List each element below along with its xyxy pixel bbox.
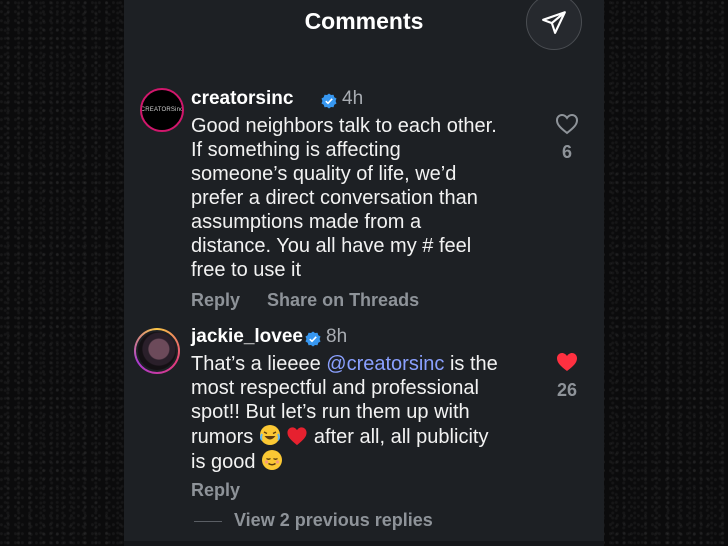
comment-line: That’s a lieeee @creatorsinc is the xyxy=(191,352,541,376)
comment-text: is the xyxy=(444,353,498,375)
panel-bottom-edge xyxy=(124,541,604,546)
comment-line: spot!! But let’s run them up with xyxy=(191,401,470,423)
avatar-photo xyxy=(136,330,178,372)
comment-line: most respectful and professional xyxy=(191,377,479,399)
comment-line: rumors after all, all publicity xyxy=(191,424,541,449)
comment-text: is good xyxy=(191,451,262,473)
reply-button[interactable]: Reply xyxy=(191,480,240,500)
verified-icon xyxy=(321,93,337,109)
like-count: 6 xyxy=(561,142,572,162)
divider xyxy=(194,521,222,522)
comment-line: someone’s quality of life, we’d xyxy=(191,163,457,185)
comment-line: assumptions made from a xyxy=(191,211,422,233)
heart-filled-icon[interactable] xyxy=(555,351,579,373)
comment-line: Good neighbors talk to each other. xyxy=(191,115,497,137)
like-control: 6 xyxy=(550,113,584,163)
comment-line: prefer a direct conversation than xyxy=(191,187,478,209)
avatar-logo-text: CREATORSinc xyxy=(140,107,184,113)
comment-body: That’s a lieeee @creatorsinc is the most… xyxy=(191,352,541,474)
comment-actions: Reply Share on Threads xyxy=(191,290,441,311)
avatar[interactable]: CREATORSinc xyxy=(140,88,184,132)
mention-link[interactable]: @creatorsinc xyxy=(326,353,444,375)
comments-panel: Comments CREATORSinc creatorsinc 4h Good… xyxy=(124,0,604,546)
red-heart-emoji-icon xyxy=(287,427,307,446)
comment-text: That’s a lieeee xyxy=(191,353,327,375)
share-on-threads-button[interactable]: Share on Threads xyxy=(267,290,419,310)
comment-time: 4h xyxy=(342,88,364,109)
comment-text: rumors xyxy=(191,426,259,448)
laughing-emoji-icon xyxy=(259,425,280,445)
send-icon xyxy=(542,11,566,34)
relieved-emoji-icon xyxy=(262,450,283,470)
like-control: 26 xyxy=(550,351,584,401)
comment-time: 8h xyxy=(326,326,348,347)
comment-username[interactable]: creatorsinc xyxy=(191,88,293,110)
comment-body: Good neighbors talk to each other. If so… xyxy=(191,114,541,282)
comment-actions: Reply xyxy=(191,480,262,501)
verified-icon xyxy=(305,331,321,347)
comment-line: free to use it xyxy=(191,259,302,281)
avatar[interactable] xyxy=(134,328,180,374)
comment-username[interactable]: jackie_lovee xyxy=(191,326,303,348)
comment-line: is good xyxy=(191,449,541,474)
heart-outline-icon[interactable] xyxy=(555,113,579,135)
comment-line: If something is affecting xyxy=(191,139,401,161)
reply-button[interactable]: Reply xyxy=(191,290,240,310)
share-button[interactable] xyxy=(526,0,582,50)
like-count: 26 xyxy=(556,380,578,400)
comment-line: distance. You all have my # feel xyxy=(191,235,472,257)
comment-text: after all, all publicity xyxy=(308,426,489,448)
view-replies-button[interactable]: View 2 previous replies xyxy=(234,510,433,531)
